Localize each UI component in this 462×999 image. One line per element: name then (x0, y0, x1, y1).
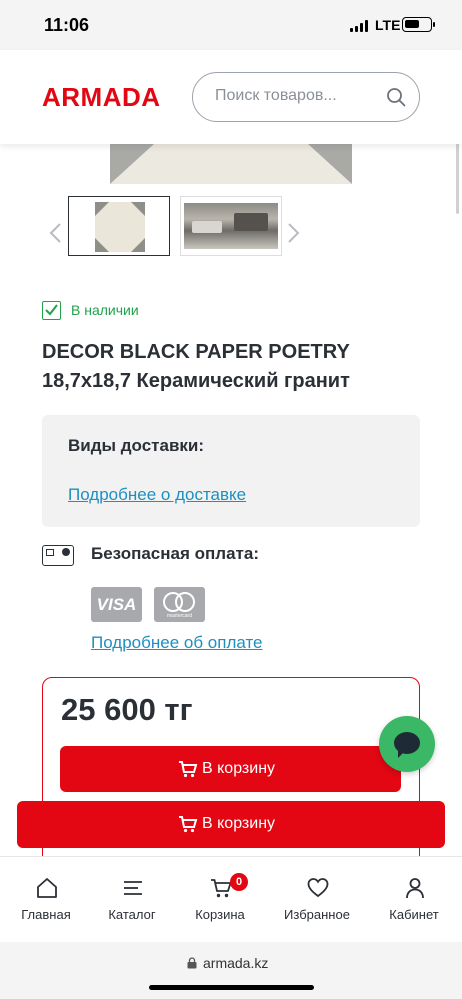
delivery-title: Виды доставки: (68, 436, 205, 455)
tile-image (95, 202, 145, 252)
nav-label-catalog: Каталог (108, 907, 156, 922)
check-icon (42, 301, 61, 320)
nav-item-catalog[interactable]: Каталог (88, 857, 176, 943)
chevron-left-icon[interactable] (48, 222, 62, 244)
nav-label-account: Кабинет (389, 907, 439, 922)
thumbnail-interior[interactable] (180, 196, 282, 256)
interior-image (184, 203, 278, 249)
visa-logo: VISA (91, 587, 142, 622)
armada-logo[interactable]: ARMADA (42, 82, 161, 113)
nav-label-cart: Корзина (195, 907, 245, 922)
cart-icon (179, 816, 198, 833)
add-to-cart-button[interactable]: В корзину (60, 746, 401, 792)
cart-icon (211, 879, 232, 898)
home-icon (37, 878, 57, 898)
sticky-add-to-cart-button[interactable]: В корзину (17, 801, 445, 848)
network-label: LTE (375, 17, 401, 33)
payment-details-link[interactable]: Подробнее об оплате (91, 633, 263, 653)
bottom-nav: Главная Каталог 0 Корзина Избранное Каби… (0, 856, 462, 942)
search-icon[interactable] (385, 86, 407, 108)
user-icon (406, 878, 424, 899)
status-bar: 11:06 LTE (0, 0, 462, 50)
product-main-image[interactable] (110, 144, 352, 184)
catalog-icon (124, 881, 142, 895)
chat-icon (394, 732, 420, 758)
nav-label-home: Главная (21, 907, 71, 922)
stock-status: В наличии (71, 302, 139, 318)
cart-count-badge: 0 (230, 873, 248, 891)
cart-icon (179, 761, 198, 778)
search-input[interactable] (215, 87, 375, 105)
credit-card-icon (42, 545, 74, 566)
mastercard-logo: mastercard (154, 587, 205, 622)
lock-icon (187, 957, 197, 969)
status-time: 11:06 (44, 15, 90, 35)
url-text[interactable]: armada.kz (203, 955, 268, 971)
thumbnail-tile[interactable] (68, 196, 170, 256)
delivery-box: Виды доставки: Подробнее о доставке (42, 415, 420, 527)
site-header: ARMADA (0, 50, 462, 144)
chevron-right-icon[interactable] (287, 222, 301, 244)
battery-icon (402, 17, 435, 32)
sticky-add-to-cart-label: В корзину (202, 815, 276, 832)
heart-icon (307, 878, 329, 898)
search-box[interactable] (192, 72, 420, 122)
payment-title: Безопасная оплата: (91, 544, 259, 563)
nav-item-account[interactable]: Кабинет (370, 857, 458, 943)
mastercard-label: mastercard (166, 613, 192, 619)
delivery-details-link[interactable]: Подробнее о доставке (68, 485, 246, 505)
nav-item-favorites[interactable]: Избранное (273, 857, 361, 943)
nav-item-home[interactable]: Главная (2, 857, 90, 943)
nav-label-favorites: Избранное (284, 907, 350, 922)
add-to-cart-label: В корзину (202, 760, 276, 777)
nav-item-cart[interactable]: 0 Корзина (176, 857, 264, 943)
product-price: 25 600 тг (61, 692, 193, 727)
product-title: DECOR BLACK PAPER POETRY 18,7x18,7 Керам… (42, 341, 350, 392)
chat-button[interactable] (379, 716, 435, 772)
signal-icon (350, 20, 370, 32)
home-indicator[interactable] (149, 985, 314, 990)
